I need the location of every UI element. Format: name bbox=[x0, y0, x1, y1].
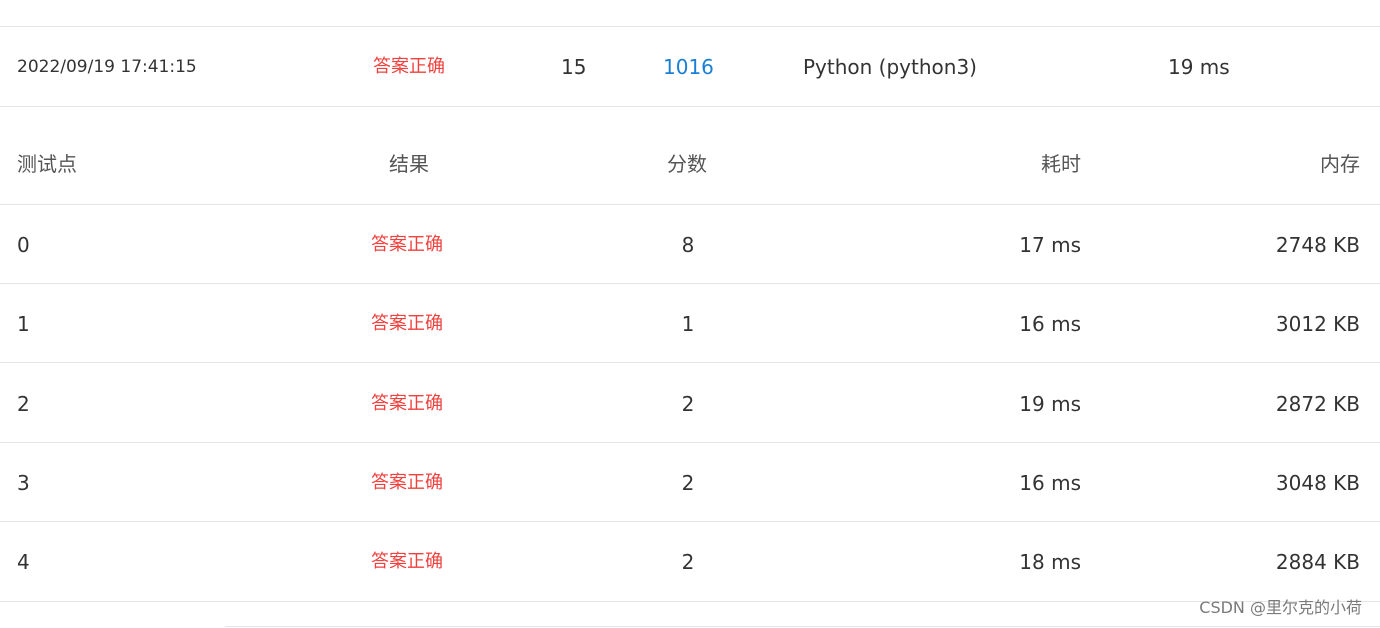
divider bbox=[0, 601, 1380, 602]
case-memory: 3048 KB bbox=[1275, 471, 1360, 495]
header-memory: 内存 bbox=[1320, 152, 1360, 176]
case-score: 2 bbox=[681, 392, 695, 416]
case-score: 2 bbox=[681, 471, 695, 495]
submission-status: 答案正确 bbox=[373, 56, 445, 77]
table-row: 0 答案正确 8 17 ms 2748 KB bbox=[0, 205, 1380, 284]
submission-detail-page: 2022/09/19 17:41:15 答案正确 15 1016 Python … bbox=[0, 0, 1380, 628]
case-score: 8 bbox=[681, 233, 695, 257]
table-row: 2 答案正确 2 19 ms 2872 KB bbox=[0, 364, 1380, 443]
case-result: 答案正确 bbox=[371, 551, 443, 572]
submission-time-used: 19 ms bbox=[1168, 55, 1230, 79]
problem-link[interactable]: 1016 bbox=[663, 55, 714, 79]
case-score: 2 bbox=[681, 550, 695, 574]
header-result: 结果 bbox=[389, 152, 429, 176]
case-id: 2 bbox=[17, 392, 30, 416]
case-id: 0 bbox=[17, 233, 30, 257]
header-time: 耗时 bbox=[1041, 152, 1081, 176]
submission-score: 15 bbox=[561, 55, 587, 79]
header-score: 分数 bbox=[667, 152, 707, 176]
case-id: 4 bbox=[17, 550, 30, 574]
divider bbox=[0, 362, 1380, 363]
header-case: 测试点 bbox=[17, 152, 77, 176]
case-memory: 2748 KB bbox=[1275, 233, 1360, 257]
test-case-table-header: 测试点 结果 分数 耗时 内存 bbox=[0, 107, 1380, 204]
case-time: 18 ms bbox=[1019, 550, 1081, 574]
case-id: 3 bbox=[17, 471, 30, 495]
case-memory: 2884 KB bbox=[1275, 550, 1360, 574]
case-id: 1 bbox=[17, 312, 30, 336]
table-row: 3 答案正确 2 16 ms 3048 KB bbox=[0, 443, 1380, 522]
table-row: 4 答案正确 2 18 ms 2884 KB bbox=[0, 522, 1380, 601]
divider bbox=[225, 626, 1380, 627]
submission-summary-row: 2022/09/19 17:41:15 答案正确 15 1016 Python … bbox=[0, 27, 1380, 106]
case-score: 1 bbox=[681, 312, 695, 336]
case-time: 17 ms bbox=[1019, 233, 1081, 257]
watermark: CSDN @里尔克的小荷 bbox=[1199, 598, 1362, 617]
case-result: 答案正确 bbox=[371, 313, 443, 334]
case-memory: 3012 KB bbox=[1275, 312, 1360, 336]
case-result: 答案正确 bbox=[371, 234, 443, 255]
case-time: 16 ms bbox=[1019, 471, 1081, 495]
case-time: 19 ms bbox=[1019, 392, 1081, 416]
submission-language: Python (python3) bbox=[803, 55, 977, 79]
case-memory: 2872 KB bbox=[1275, 392, 1360, 416]
case-time: 16 ms bbox=[1019, 312, 1081, 336]
submission-time: 2022/09/19 17:41:15 bbox=[17, 57, 197, 77]
table-row: 1 答案正确 1 16 ms 3012 KB bbox=[0, 284, 1380, 363]
case-result: 答案正确 bbox=[371, 472, 443, 493]
case-result: 答案正确 bbox=[371, 393, 443, 414]
